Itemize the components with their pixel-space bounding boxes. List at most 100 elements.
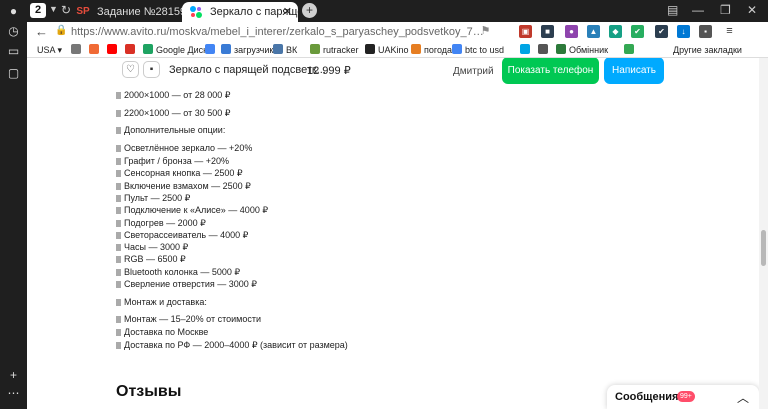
unread-badge: 99+ bbox=[677, 391, 695, 402]
description-line: Доставка по Москве bbox=[116, 327, 208, 337]
list-marker-icon bbox=[116, 232, 121, 239]
description-line: Монтаж — 15–20% от стоимости bbox=[116, 314, 261, 324]
tab-task[interactable]: SP Задание №2815975 - про bbox=[69, 2, 185, 22]
description-line: RGB — 6500 ₽ bbox=[116, 254, 186, 265]
extension-icon[interactable]: ✔ bbox=[655, 25, 668, 38]
bookmark-item[interactable]: ВК bbox=[273, 43, 297, 57]
reviews-title: Отзывы bbox=[116, 383, 182, 400]
bookmark-item[interactable]: Другие закладки bbox=[673, 43, 742, 57]
extension-icon[interactable]: ▲ bbox=[587, 25, 600, 38]
bookmark-item[interactable] bbox=[538, 43, 551, 57]
list-marker-icon bbox=[116, 244, 121, 251]
history-icon[interactable]: ◷ bbox=[6, 24, 21, 39]
description-text: Осветлённое зеркало — +20% bbox=[124, 143, 253, 153]
description-line: Светорассеиватель — 4000 ₽ bbox=[116, 230, 248, 241]
extension-icon[interactable]: ● bbox=[565, 25, 578, 38]
list-marker-icon bbox=[116, 256, 121, 263]
bookmark-item[interactable]: btc to usd bbox=[452, 43, 504, 57]
list-marker-icon bbox=[116, 110, 121, 117]
description-text: Пульт — 2500 ₽ bbox=[124, 193, 191, 203]
workspace-icon[interactable]: ▢ bbox=[6, 66, 21, 81]
description-text: Часы — 3000 ₽ bbox=[124, 242, 189, 252]
exchange-icon bbox=[556, 44, 566, 54]
bookmark-item[interactable]: UAKino bbox=[365, 43, 409, 57]
address-bar: ← 🔒 https://www.avito.ru/moskva/mebel_i_… bbox=[27, 22, 768, 42]
description-line: Графит / бронза — +20% bbox=[116, 156, 229, 166]
extension-icon[interactable]: ▣ bbox=[519, 25, 532, 38]
listing-title: Зеркало с парящей подсветк... bbox=[169, 64, 326, 76]
note-button[interactable]: ▪ bbox=[143, 61, 160, 78]
extension-icon[interactable]: ✔ bbox=[631, 25, 644, 38]
new-tab-button[interactable]: + bbox=[302, 3, 317, 18]
bookmark-item[interactable] bbox=[624, 43, 637, 57]
site-icon bbox=[89, 44, 99, 54]
bookmark-item[interactable]: Обмінник bbox=[556, 43, 608, 57]
add-icon[interactable]: + bbox=[6, 368, 21, 383]
bookmark-item[interactable] bbox=[89, 43, 102, 57]
extension-icon[interactable]: ▪ bbox=[699, 25, 712, 38]
list-marker-icon bbox=[116, 195, 121, 202]
tab-bar: 2 ▼ ↻ SP Задание №2815975 - про Зеркало … bbox=[27, 0, 768, 22]
bookmark-item[interactable] bbox=[125, 43, 138, 57]
listing-price: 12 999 ₽ bbox=[307, 65, 351, 77]
list-marker-icon bbox=[116, 299, 121, 306]
chevron-up-icon[interactable]: ︿ bbox=[737, 389, 749, 406]
close-icon[interactable]: ✕ bbox=[283, 2, 292, 22]
maps-icon bbox=[624, 44, 634, 54]
menu-dots-icon[interactable]: ⋯ bbox=[6, 386, 21, 401]
bookmark-item[interactable]: rutracker bbox=[310, 43, 359, 57]
user-icon[interactable]: ● bbox=[6, 4, 21, 19]
description-line: Сверление отверстия — 3000 ₽ bbox=[116, 279, 257, 290]
rutracker-icon bbox=[310, 44, 320, 54]
bookmark-item[interactable] bbox=[205, 43, 218, 57]
bookmark-item[interactable] bbox=[520, 43, 533, 57]
bookmark-item[interactable]: погода bbox=[411, 43, 452, 57]
description-line: Часы — 3000 ₽ bbox=[116, 242, 188, 253]
description-text: Доставка по Москве bbox=[124, 327, 209, 337]
bookmark-item[interactable]: USA ▾ bbox=[37, 43, 62, 57]
scrollbar[interactable] bbox=[759, 58, 768, 409]
list-marker-icon bbox=[116, 329, 121, 336]
bookmark-item[interactable] bbox=[107, 43, 120, 57]
close-window-icon[interactable]: ✕ bbox=[747, 3, 757, 17]
description-text: Монтаж и доставка: bbox=[124, 297, 207, 307]
list-marker-icon bbox=[116, 220, 121, 227]
tab-avito[interactable]: Зеркало с парящей по ✕ bbox=[182, 2, 298, 22]
list-marker-icon bbox=[116, 342, 121, 349]
bookmark-item[interactable]: Google Диск bbox=[143, 43, 207, 57]
site-icon bbox=[538, 44, 548, 54]
description-text: Подключение к «Алисе» — 4000 ₽ bbox=[124, 205, 269, 215]
menu-icon[interactable]: ≡ bbox=[723, 25, 736, 38]
show-phone-button[interactable]: Показать телефон bbox=[502, 58, 599, 84]
list-marker-icon bbox=[116, 269, 121, 276]
tab-counter[interactable]: 2 bbox=[30, 3, 46, 18]
bookmark-item[interactable]: загрузчик bbox=[221, 43, 273, 57]
favorite-button[interactable]: ♡ bbox=[122, 61, 139, 78]
bookmark-item[interactable] bbox=[71, 43, 84, 57]
scroll-thumb[interactable] bbox=[761, 230, 766, 266]
back-icon[interactable]: ← bbox=[35, 24, 48, 39]
url-field[interactable]: https://www.avito.ru/moskva/mebel_i_inte… bbox=[71, 26, 484, 38]
extension-icon[interactable]: ■ bbox=[541, 25, 554, 38]
note-icon: ▪ bbox=[149, 64, 154, 75]
write-message-button[interactable]: Написать bbox=[604, 58, 664, 84]
lock-icon[interactable]: 🔒 bbox=[55, 25, 67, 36]
description-text: 2000×1000 — от 28 000 ₽ bbox=[124, 90, 231, 100]
bookmarks-panel-icon[interactable]: ▤ bbox=[667, 3, 678, 17]
description-line: Доставка по РФ — 2000–4000 ₽ (зависит от… bbox=[116, 340, 348, 351]
gmail-icon bbox=[125, 44, 135, 54]
description-text: Графит / бронза — +20% bbox=[124, 156, 229, 166]
messages-widget[interactable]: Сообщения 99+ ︿ bbox=[607, 385, 759, 409]
restore-icon[interactable]: ❐ bbox=[720, 3, 731, 17]
chevron-down-icon[interactable]: ▼ bbox=[49, 4, 58, 14]
seller-name[interactable]: Дмитрий bbox=[453, 66, 494, 77]
globe-icon bbox=[71, 44, 81, 54]
download-icon[interactable]: ↓ bbox=[677, 25, 690, 38]
minimize-icon[interactable]: — bbox=[692, 3, 704, 17]
system-sidebar: ● ◷ ▭ ▢ + ⋯ bbox=[0, 0, 27, 409]
panel-icon[interactable]: ▭ bbox=[6, 44, 21, 59]
bookmark-icon[interactable]: ⚑ bbox=[479, 25, 492, 38]
extension-icon[interactable]: ◆ bbox=[609, 25, 622, 38]
description-text: Включение взмахом — 2500 ₽ bbox=[124, 181, 251, 191]
list-marker-icon bbox=[116, 92, 121, 99]
